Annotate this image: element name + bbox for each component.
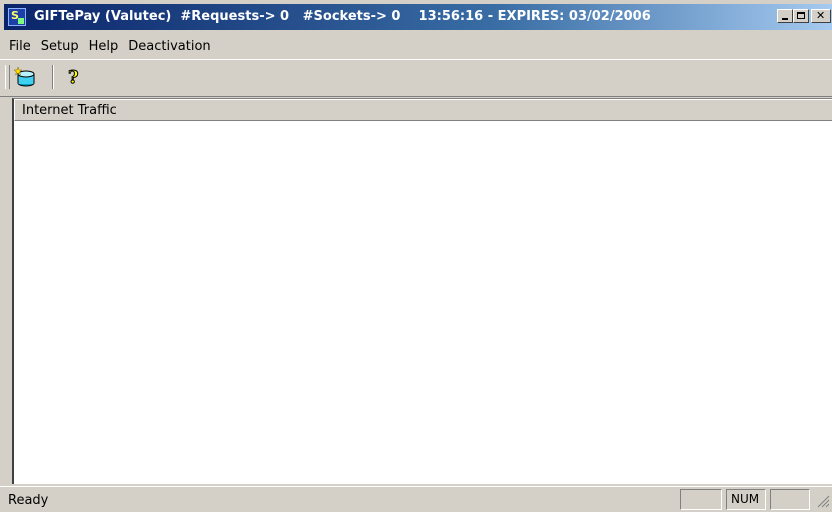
window-title: GIFTePay (Valutec) #Requests-> 0 #Socket…: [34, 9, 651, 24]
help-question-icon: ?: [68, 67, 80, 89]
menu-deactivation[interactable]: Deactivation: [123, 39, 215, 54]
app-window: S GIFTePay (Valutec) #Requests-> 0 #Sock…: [0, 0, 832, 512]
close-icon: ✕: [816, 9, 826, 22]
status-pane: [770, 489, 810, 510]
menu-setup[interactable]: Setup: [36, 39, 84, 54]
traffic-list[interactable]: Internet Traffic: [12, 98, 832, 484]
help-button[interactable]: ?: [60, 64, 88, 90]
minimize-icon: [782, 18, 788, 20]
close-button[interactable]: ✕: [811, 9, 831, 23]
maximize-button[interactable]: [793, 9, 809, 23]
status-text: Ready: [8, 493, 49, 508]
toolbar-grip[interactable]: [5, 65, 10, 89]
status-bar: Ready NUM: [0, 486, 832, 512]
minimize-button[interactable]: [777, 9, 793, 23]
maximize-icon: [797, 12, 805, 19]
title-bar[interactable]: S GIFTePay (Valutec) #Requests-> 0 #Sock…: [4, 4, 832, 30]
num-lock-indicator: NUM: [726, 489, 766, 510]
new-connection-button[interactable]: [12, 64, 40, 90]
menu-help[interactable]: Help: [84, 39, 124, 54]
status-pane: [680, 489, 722, 510]
svg-text:?: ?: [68, 67, 79, 88]
resize-grip-icon[interactable]: [814, 491, 830, 509]
column-header-internet-traffic[interactable]: Internet Traffic: [14, 99, 832, 121]
toolbar-separator: [52, 65, 54, 89]
app-icon[interactable]: S: [8, 8, 26, 26]
num-lock-label: NUM: [731, 492, 760, 506]
column-header-label: Internet Traffic: [22, 103, 117, 118]
menu-file[interactable]: File: [4, 39, 36, 54]
new-connection-icon: [13, 66, 35, 87]
menu-bar: File Setup Help Deactivation: [4, 34, 216, 58]
toolbar: ?: [0, 59, 832, 97]
